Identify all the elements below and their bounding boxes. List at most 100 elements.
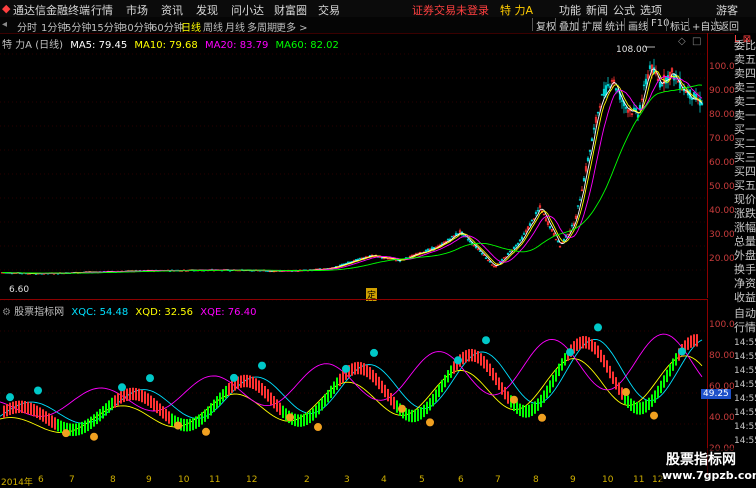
sell-signal-icon	[230, 373, 238, 382]
btn-adjust[interactable]: 复权	[532, 18, 556, 33]
period-weekly[interactable]: 周线	[203, 19, 223, 34]
period-5min[interactable]: 5分钟	[65, 19, 91, 34]
ind-y-tick: 80.00	[709, 351, 735, 361]
y-tick: 80.00	[709, 110, 735, 120]
login-status[interactable]: 证券交易未登录	[412, 2, 489, 18]
side-item: 收益	[734, 291, 756, 304]
candle-body	[592, 127, 596, 130]
menu-quotes[interactable]: 行情	[91, 2, 113, 18]
period-60min[interactable]: 60分钟	[151, 19, 184, 34]
guest-user[interactable]: 游客	[716, 2, 738, 18]
side-item: 买五	[734, 179, 756, 192]
candle-body	[614, 88, 618, 91]
candle-body	[430, 247, 434, 250]
btn-extend[interactable]: 扩展	[578, 18, 602, 33]
side-time: 14:55	[734, 338, 756, 348]
period-30min[interactable]: 30分钟	[121, 19, 154, 34]
quote-side-panel: L ⊠ 委比 卖五 卖四 卖三 卖二 卖一 买一 买二 买三 买四 买五 现价 …	[734, 33, 756, 487]
period-1min[interactable]: 1分钟	[41, 19, 67, 34]
side-item: 买二	[734, 137, 756, 150]
y-tick: 70.00	[709, 134, 735, 144]
candle-body	[468, 240, 472, 243]
side-item: 卖三	[734, 81, 756, 94]
period-15min[interactable]: 15分钟	[91, 19, 124, 34]
y-tick: 60.00	[709, 158, 735, 168]
indicator-legend: ⚙ 股票指标网 XQC: 54.48 XQD: 32.56 XQE: 76.40	[2, 303, 256, 318]
legend-ma5: MA5: 79.45	[70, 40, 128, 51]
candle-body	[562, 238, 566, 242]
candle-body	[358, 257, 362, 260]
side-item: 买四	[734, 165, 756, 178]
period-toolbar: ◂ 分时 1分钟 5分钟 15分钟 30分钟 60分钟 日线 周线 月线 多周期…	[0, 17, 756, 34]
x-tick: 12	[246, 475, 258, 485]
buy-signal-icon	[622, 388, 630, 397]
x-tick: 8	[533, 475, 539, 485]
candle-body	[624, 107, 628, 109]
candle-body	[528, 223, 532, 226]
btn-mark[interactable]: 标记	[666, 18, 690, 33]
period-intraday[interactable]: 分时	[17, 19, 37, 34]
y-tick: 90.00	[709, 86, 735, 96]
menu-formula[interactable]: 公式	[613, 2, 635, 18]
indicator-chart-panel[interactable]: ⚙ 股票指标网 XQC: 54.48 XQD: 32.56 XQE: 76.40…	[0, 299, 735, 476]
side-time: 14:55	[734, 366, 756, 376]
legend-xqd: XQD: 32.56	[135, 307, 194, 318]
side-item: 卖二	[734, 95, 756, 108]
side-item[interactable]: 自动	[734, 307, 756, 320]
menu-function[interactable]: 功能	[559, 2, 581, 18]
candle-body	[570, 224, 574, 227]
menu-wealth[interactable]: 财富圈	[274, 2, 307, 18]
sell-signal-icon	[146, 374, 154, 383]
y-tick: 50.00	[709, 182, 735, 192]
btn-draw[interactable]: 画线	[624, 18, 648, 33]
menu-xiaoda[interactable]: 问小达	[231, 2, 264, 18]
app-name: 通达信金融终端	[13, 4, 90, 17]
ma10-line	[1, 70, 703, 275]
candle-body	[530, 219, 534, 222]
side-item: 买一	[734, 123, 756, 136]
candle-body	[346, 261, 350, 264]
candle-body	[450, 235, 454, 238]
chart-settings-icon[interactable]: ◇	[678, 36, 686, 47]
chart-close-icon[interactable]: □	[692, 36, 701, 47]
buy-signal-icon	[398, 404, 406, 413]
kline-chart-panel[interactable]: 特 力A (日线) MA5: 79.45 MA10: 79.68 MA20: 8…	[0, 33, 735, 301]
kline-canvas[interactable]	[0, 33, 707, 298]
side-time: 14:55	[734, 352, 756, 362]
legend-xqc: XQC: 54.48	[71, 307, 129, 318]
buy-signal-icon	[314, 423, 322, 432]
buy-signal-icon	[286, 413, 294, 422]
period-multi[interactable]: 多周期	[247, 19, 277, 34]
candle-body	[520, 236, 524, 240]
period-monthly[interactable]: 月线	[225, 19, 245, 34]
candle-body	[480, 252, 484, 255]
indicator-canvas[interactable]	[0, 300, 707, 476]
candle-body	[394, 259, 398, 262]
menu-options[interactable]: 选项	[640, 2, 662, 18]
legend-ma20: MA20: 83.79	[204, 40, 269, 51]
side-item[interactable]: 行情	[734, 321, 756, 334]
menu-news[interactable]: 资讯	[161, 2, 183, 18]
period-daily[interactable]: 日线	[181, 19, 201, 34]
candle-body	[508, 250, 512, 253]
sell-signal-icon	[370, 348, 378, 357]
menu-discover[interactable]: 发现	[196, 2, 218, 18]
candle-body	[484, 257, 488, 260]
x-tick: 2	[304, 475, 310, 485]
menu-market[interactable]: 市场	[126, 2, 148, 18]
candle-body	[556, 240, 560, 243]
ind-y-tick: 40.00	[709, 413, 735, 423]
toolbar-left-arrow-icon[interactable]: ◂	[2, 19, 7, 30]
btn-back[interactable]: 返回	[715, 18, 739, 33]
menu-trade[interactable]: 交易	[318, 2, 340, 18]
btn-overlay[interactable]: 叠加	[555, 18, 579, 33]
btn-stats[interactable]: 统计	[601, 18, 625, 33]
period-more[interactable]: 更多 >	[276, 19, 308, 34]
indicator-settings-icon[interactable]: ⚙	[2, 307, 11, 318]
sell-signal-icon	[342, 364, 350, 373]
menu-news-right[interactable]: 新闻	[586, 2, 608, 18]
candle-body	[522, 233, 526, 235]
sell-signal-icon	[454, 356, 462, 365]
sell-signal-icon	[34, 386, 42, 395]
candle-body	[516, 243, 520, 245]
